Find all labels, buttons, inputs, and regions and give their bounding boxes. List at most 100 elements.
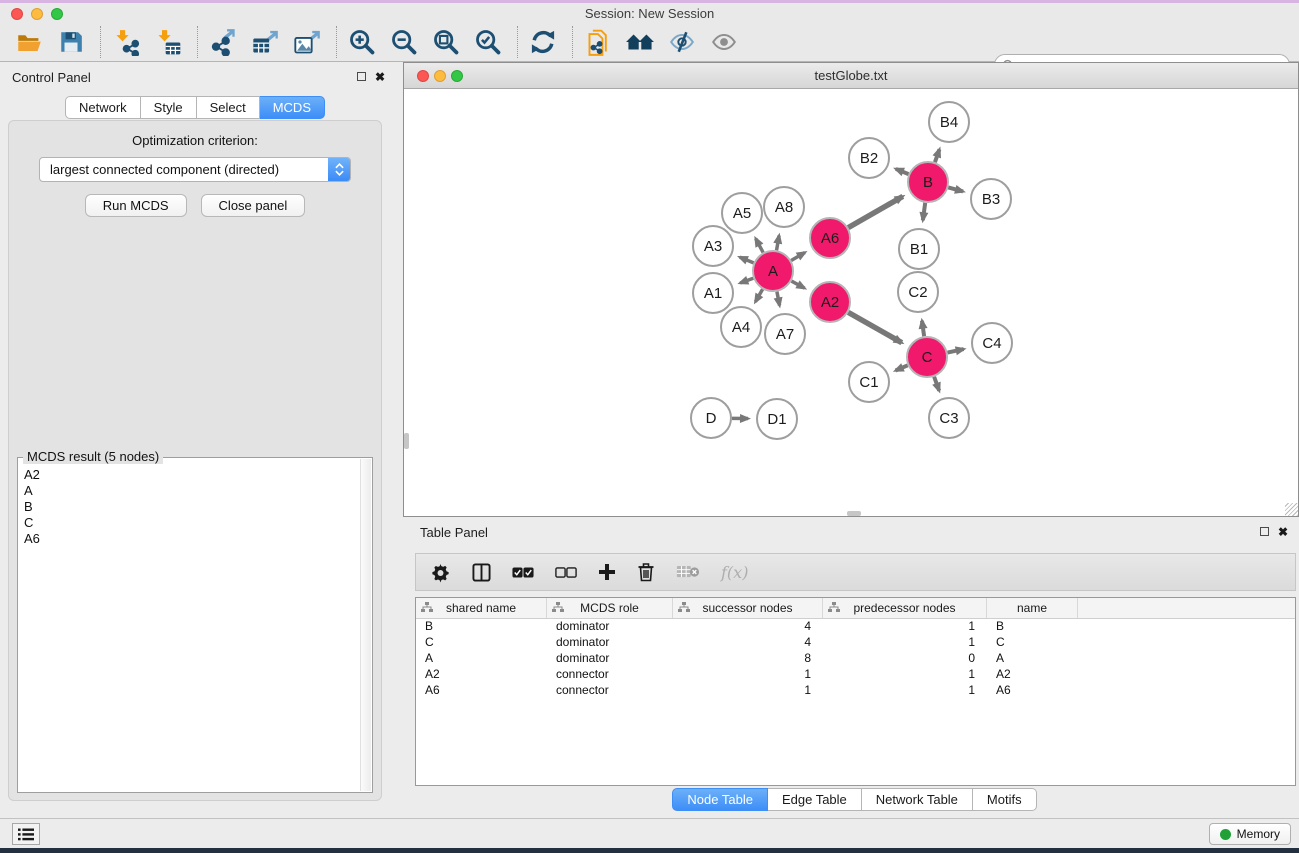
- column-header-predecessor-nodes[interactable]: predecessor nodes: [823, 598, 987, 618]
- edge-B-B2[interactable]: [896, 169, 909, 174]
- add-row-icon[interactable]: [598, 560, 616, 584]
- zoom-in-icon[interactable]: [347, 27, 377, 57]
- optimization-criterion-dropdown[interactable]: largest connected component (directed): [39, 157, 351, 182]
- cell[interactable]: 1: [673, 683, 823, 699]
- cell[interactable]: A6: [416, 683, 547, 699]
- edge-C-C2[interactable]: [922, 321, 924, 336]
- tab-node-table[interactable]: Node Table: [672, 788, 768, 811]
- table-row[interactable]: A6connector11A6: [416, 683, 1295, 699]
- save-session-icon[interactable]: [56, 27, 86, 57]
- cell[interactable]: B: [416, 619, 547, 635]
- open-file-icon[interactable]: [14, 27, 44, 57]
- edge-A-A7[interactable]: [777, 292, 780, 306]
- zoom-fit-icon[interactable]: [431, 27, 461, 57]
- edge-A2-C[interactable]: [848, 312, 902, 342]
- import-table-icon[interactable]: [153, 27, 183, 57]
- home-view-icon[interactable]: [625, 27, 655, 57]
- task-history-button[interactable]: [12, 823, 40, 845]
- cell[interactable]: 1: [823, 683, 987, 699]
- network-resize-grip[interactable]: [1285, 503, 1298, 516]
- table-header-row[interactable]: shared nameMCDS rolesuccessor nodesprede…: [416, 598, 1295, 619]
- cell[interactable]: 4: [673, 619, 823, 635]
- new-network-from-selection-icon[interactable]: [583, 27, 613, 57]
- delete-rows-trash-icon[interactable]: [637, 560, 655, 584]
- show-columns-icon[interactable]: [472, 560, 491, 584]
- memory-button[interactable]: Memory: [1209, 823, 1291, 845]
- export-table-icon[interactable]: [250, 27, 280, 57]
- edge-B-B4[interactable]: [935, 149, 939, 162]
- network-vertical-scrollbar[interactable]: [404, 89, 409, 516]
- close-panel-button[interactable]: Close panel: [201, 194, 306, 217]
- column-header-shared-name[interactable]: shared name: [416, 598, 547, 618]
- cell[interactable]: dominator: [547, 619, 673, 635]
- close-panel-icon[interactable]: ✖: [375, 72, 385, 82]
- table-row[interactable]: Bdominator41B: [416, 619, 1295, 635]
- cell[interactable]: 0: [823, 651, 987, 667]
- export-image-icon[interactable]: [292, 27, 322, 57]
- cell[interactable]: dominator: [547, 635, 673, 651]
- column-header-MCDS-role[interactable]: MCDS role: [547, 598, 673, 618]
- cell[interactable]: A2: [416, 667, 547, 683]
- edge-C-C4[interactable]: [948, 349, 964, 352]
- edge-A6-B[interactable]: [848, 196, 903, 227]
- table-row[interactable]: A2connector11A2: [416, 667, 1295, 683]
- mcds-result-item[interactable]: A2: [24, 467, 366, 483]
- table-settings-gear-icon[interactable]: [430, 560, 451, 584]
- cell[interactable]: C: [416, 635, 547, 651]
- run-mcds-button[interactable]: Run MCDS: [85, 194, 187, 217]
- tab-mcds[interactable]: MCDS: [260, 96, 325, 119]
- select-all-icon[interactable]: [512, 560, 534, 584]
- import-network-icon[interactable]: [111, 27, 141, 57]
- column-header-name[interactable]: name: [987, 598, 1078, 618]
- result-scrollbar[interactable]: [360, 459, 371, 791]
- edge-A-A5[interactable]: [756, 239, 763, 253]
- cell[interactable]: connector: [547, 683, 673, 699]
- cell[interactable]: C: [987, 635, 1078, 651]
- mcds-result-item[interactable]: A: [24, 483, 366, 499]
- edge-A-A4[interactable]: [755, 289, 762, 302]
- cell[interactable]: connector: [547, 667, 673, 683]
- network-canvas[interactable]: AA1A2A3A4A5A6A7A8BB1B2B3B4CC1C2C3C4DD1: [404, 89, 1298, 516]
- network-graph[interactable]: AA1A2A3A4A5A6A7A8BB1B2B3B4CC1C2C3C4DD1: [404, 89, 1298, 516]
- hide-panel-eye-slash-icon[interactable]: [667, 27, 697, 57]
- float-table-panel-icon[interactable]: [1260, 527, 1269, 536]
- cell[interactable]: A2: [987, 667, 1078, 683]
- tab-network-table[interactable]: Network Table: [862, 788, 973, 811]
- edge-B-B1[interactable]: [923, 203, 925, 220]
- refresh-icon[interactable]: [528, 27, 558, 57]
- node-table[interactable]: shared nameMCDS rolesuccessor nodesprede…: [415, 597, 1296, 786]
- table-body[interactable]: Bdominator41BCdominator41CAdominator80AA…: [416, 619, 1295, 699]
- network-horizontal-scrollbar[interactable]: [404, 511, 1298, 516]
- function-builder-icon[interactable]: f(x): [721, 560, 748, 584]
- close-table-panel-icon[interactable]: ✖: [1278, 527, 1288, 537]
- delete-table-icon[interactable]: [676, 560, 700, 584]
- tab-network[interactable]: Network: [65, 96, 141, 119]
- cell[interactable]: 1: [673, 667, 823, 683]
- zoom-selected-icon[interactable]: [473, 27, 503, 57]
- cell[interactable]: 1: [823, 635, 987, 651]
- tab-motifs[interactable]: Motifs: [973, 788, 1037, 811]
- cell[interactable]: B: [987, 619, 1078, 635]
- table-row[interactable]: Cdominator41C: [416, 635, 1295, 651]
- float-panel-icon[interactable]: [357, 72, 366, 81]
- edge-A-A8[interactable]: [777, 236, 780, 251]
- deselect-all-icon[interactable]: [555, 560, 577, 584]
- edge-A-A6[interactable]: [791, 253, 805, 261]
- cell[interactable]: A6: [987, 683, 1078, 699]
- cell[interactable]: 1: [823, 667, 987, 683]
- mcds-result-list[interactable]: A2ABCA6: [18, 458, 372, 556]
- show-panel-eye-icon[interactable]: [709, 27, 739, 57]
- edge-A-A1[interactable]: [740, 278, 753, 283]
- cell[interactable]: A: [987, 651, 1078, 667]
- cell[interactable]: 8: [673, 651, 823, 667]
- cell[interactable]: 4: [673, 635, 823, 651]
- tab-edge-table[interactable]: Edge Table: [768, 788, 862, 811]
- network-window-titlebar[interactable]: testGlobe.txt: [404, 63, 1298, 89]
- edge-C-C1[interactable]: [896, 365, 908, 370]
- mcds-result-item[interactable]: C: [24, 515, 366, 531]
- column-header-successor-nodes[interactable]: successor nodes: [673, 598, 823, 618]
- tab-style[interactable]: Style: [141, 96, 197, 119]
- edge-C-C3[interactable]: [934, 377, 939, 391]
- export-network-icon[interactable]: [208, 27, 238, 57]
- edge-B-B3[interactable]: [948, 187, 963, 191]
